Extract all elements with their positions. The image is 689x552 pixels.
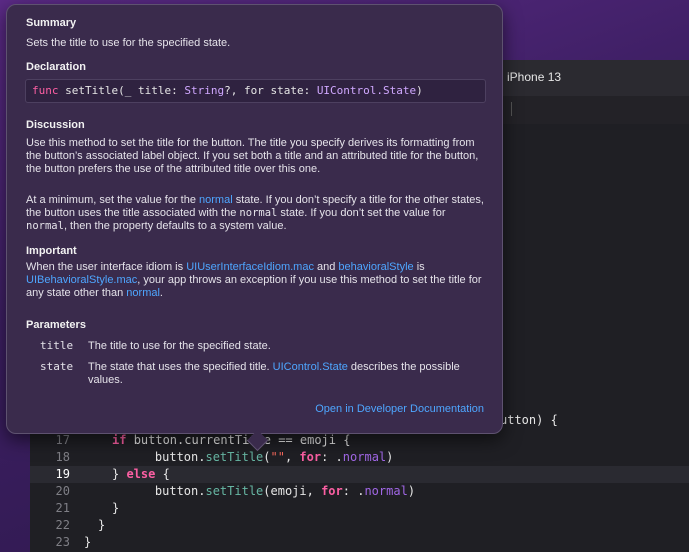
code-text: }	[84, 534, 91, 551]
code-token: button.	[126, 450, 206, 464]
code-token: ,	[284, 450, 300, 464]
code-token: : .	[321, 450, 343, 464]
line-number: 17	[55, 433, 70, 447]
text: The title to use for the specified state…	[88, 340, 271, 352]
text: At a minimum, set the value for the	[26, 194, 200, 206]
code-normal: normal	[26, 220, 64, 232]
code-token: button.curr	[133, 433, 214, 447]
text: , then the property defaults to a system…	[63, 220, 287, 232]
uicontrol-state-link[interactable]: UIControl.State	[273, 361, 348, 373]
open-developer-documentation-link[interactable]: Open in Developer Documentation	[315, 403, 484, 415]
decl-type-string[interactable]: String	[184, 84, 224, 97]
behavioral-style-link[interactable]: behavioralStyle	[338, 261, 413, 273]
code-token: }	[84, 535, 92, 549]
code-line[interactable]: 18 button.setTitle("", for: .normal)	[30, 449, 689, 466]
code-line[interactable]: 23}	[30, 534, 689, 551]
toolbar-divider	[511, 102, 512, 116]
decl-signature: setTitle(_ title:	[58, 84, 185, 97]
code-line[interactable]: 17 if button.currentTitle == emoji {	[30, 432, 689, 449]
code-token: : .	[342, 484, 365, 498]
code-token: setTitle	[205, 484, 264, 498]
quick-help-popover: Summary Sets the title to use for the sp…	[6, 4, 503, 452]
run-destination[interactable]: iPhone 13	[507, 70, 561, 84]
code-normal: normal	[239, 207, 278, 219]
important-heading: Important	[26, 245, 77, 257]
summary-text: Sets the title to use for the specified …	[26, 37, 231, 49]
code-token: {	[155, 467, 170, 481]
param-desc-title: The title to use for the specified state…	[88, 340, 488, 353]
code-line[interactable]: 20 button.setTitle(emoji, for: .normal)	[30, 483, 689, 500]
code-fragment: utton) {	[500, 413, 558, 427]
line-number: 22	[55, 518, 70, 532]
code-token: (emoji,	[263, 484, 322, 498]
discussion-paragraph-2: At a minimum, set the value for the norm…	[26, 194, 488, 233]
line-number: 19	[55, 467, 70, 481]
code-token: }	[112, 501, 120, 515]
line-number: 23	[55, 535, 70, 549]
discussion-paragraph-1: Use this method to set the title for the…	[26, 137, 479, 175]
decl-signature-mid: ?, for state:	[224, 84, 317, 97]
code-token: )	[407, 484, 416, 498]
code-text: } else {	[112, 466, 170, 483]
text: and	[313, 261, 339, 273]
code-token: }	[112, 467, 127, 481]
decl-keyword: func	[32, 84, 59, 97]
line-number: 18	[55, 450, 70, 464]
text: state. If you don’t set the value for	[277, 207, 446, 219]
declaration-code: func setTitle(_ title: String?, for stat…	[25, 79, 486, 103]
declaration-heading: Declaration	[26, 61, 86, 73]
discussion-heading: Discussion	[26, 119, 85, 131]
param-name-state: state	[40, 360, 74, 373]
code-line[interactable]: 19} else {	[30, 466, 689, 483]
text: is	[413, 261, 425, 273]
code-token: ""	[270, 450, 285, 464]
code-token: normal	[364, 484, 408, 498]
code-text: button.setTitle("", for: .normal)	[126, 449, 394, 466]
decl-type-state[interactable]: UIControl.State	[317, 84, 416, 97]
text: .	[159, 287, 163, 299]
line-number: 20	[55, 484, 70, 498]
summary-heading: Summary	[26, 17, 77, 29]
code-token: )	[386, 450, 394, 464]
code-token: button.	[126, 484, 206, 498]
code-token: }	[98, 518, 106, 532]
line-number: 21	[55, 501, 70, 515]
code-token: setTitle	[205, 450, 264, 464]
code-token: for	[299, 450, 322, 464]
param-name-title: title	[40, 339, 74, 352]
code-text: }	[112, 500, 119, 517]
code-token: for	[321, 484, 343, 498]
code-token: normal	[342, 450, 387, 464]
code-token: (	[263, 450, 271, 464]
code-text: button.setTitle(emoji, for: .normal)	[126, 483, 415, 500]
normal-link[interactable]: normal	[199, 194, 233, 206]
code-line[interactable]: 21}	[30, 500, 689, 517]
code-text: }	[98, 517, 105, 534]
parameters-heading: Parameters	[26, 319, 86, 331]
decl-end: )	[416, 84, 423, 97]
behavioral-style-mac-link[interactable]: UIBehavioralStyle.mac	[26, 274, 137, 286]
code-line[interactable]: 22}	[30, 517, 689, 534]
text: When the user interface idiom is	[26, 261, 187, 273]
code-token: entTitle == emoji {	[213, 433, 351, 447]
text: The state that uses the specified title.	[88, 361, 273, 373]
code-text: if button.currentTitle == emoji {	[112, 432, 350, 449]
idiom-mac-link[interactable]: UIUserInterfaceIdiom.mac	[186, 261, 314, 273]
normal-link[interactable]: normal	[126, 287, 160, 299]
param-desc-state: The state that uses the specified title.…	[88, 361, 488, 387]
code-token: else	[126, 467, 156, 481]
code-token: if	[112, 433, 134, 447]
important-text: When the user interface idiom is UIUserI…	[26, 261, 488, 300]
